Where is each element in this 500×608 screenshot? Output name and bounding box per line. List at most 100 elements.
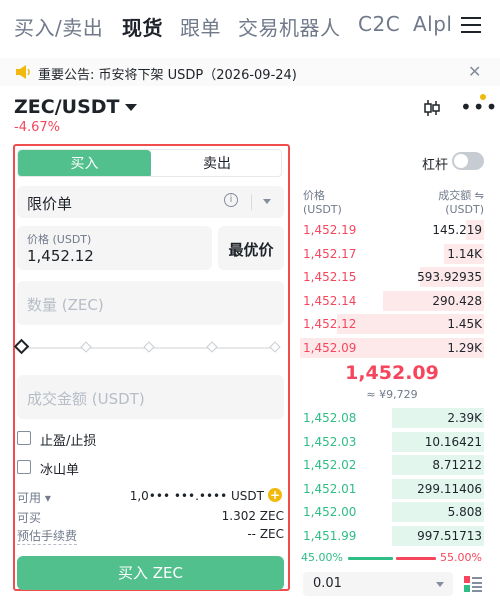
toggle-knob [454,154,468,168]
tab-c2c[interactable]: C2C [358,12,400,36]
quantity-placeholder: 数量 (ZEC) [27,296,104,314]
bid-row[interactable]: 1,452.01 299.11406 [300,478,484,500]
bid-row[interactable]: 1,452.00 5.808 [300,501,484,523]
tab-buy-sell[interactable]: 买入/卖出 [14,12,103,41]
sell-ratio-bar [396,557,436,560]
bid-price: 1,452.03 [303,434,357,449]
can-buy-label: 可买 [17,511,42,525]
total-placeholder: 成交金额 (USDT) [27,390,145,408]
price-label: 价格 (USDT) [27,233,92,246]
can-buy-value: 1.302 ZEC [221,509,284,523]
tab-trading-bots[interactable]: 交易机器人 [238,12,341,41]
ask-price: 1,452.17 [303,246,357,261]
leverage-label: 杠杆 [422,158,449,173]
tab-spot[interactable]: 现货 [122,12,163,41]
buy-ratio: 45.00% [301,551,343,564]
price-input[interactable]: 价格 (USDT) 1,452.12 [17,226,212,270]
info-icon[interactable]: i [224,193,238,207]
bid-row[interactable]: 1,451.99 997.51713 [300,525,484,547]
available-value: 1,0••• •••.•••• USDT [129,489,264,503]
buy-submit-button[interactable]: 买入 ZEC [17,556,284,590]
ask-amount: 145.219 [432,223,482,237]
available-label[interactable]: 可用 ▾ [17,489,51,506]
ask-price: 1,452.15 [303,270,357,285]
best-price-label: 最优价 [228,241,274,259]
last-price-cny: ≈ ¥9,729 [366,388,418,401]
bid-price: 1,452.08 [303,411,357,425]
depth-step-value: 0.01 [313,576,342,591]
tp-sl-checkbox[interactable] [17,431,31,445]
bid-price: 1,452.01 [303,481,357,496]
bid-price: 1,452.02 [303,458,357,473]
ask-row[interactable]: 1,452.15 593.92935 [300,266,484,288]
candlestick-chart-icon[interactable] [422,98,442,118]
sell-tab[interactable]: 卖出 [151,150,281,176]
chevron-down-icon [263,199,271,204]
add-funds-icon[interactable]: + [268,488,282,502]
ask-price: 1,452.12 [303,317,357,332]
ask-row[interactable]: 1,452.12 1.45K [300,313,484,335]
tab-copy-trading[interactable]: 跟单 [180,12,221,41]
price-value: 1,452.12 [27,247,94,265]
bid-amount: 10.16421 [424,434,482,449]
best-price-button[interactable]: 最优价 [218,226,284,270]
sell-ratio: 55.00% [440,551,482,564]
bid-amount: 2.39K [447,411,482,425]
ask-amount: 290.428 [432,293,482,308]
tab-alpha[interactable]: Alpl [413,12,453,36]
bid-price: 1,452.00 [303,505,357,520]
orderbook-layout-icon[interactable] [463,574,483,594]
iceberg-label: 冰山单 [40,463,80,478]
leverage-toggle[interactable] [452,152,484,170]
quantity-input[interactable]: 数量 (ZEC) [17,281,284,325]
notification-dot [480,94,486,100]
bid-row[interactable]: 1,452.08 2.39K [300,407,484,429]
top-nav: 买入/卖出 现货 跟单 交易机器人 C2C Alpl [0,0,500,52]
ob-amount-header[interactable]: 成交额 ⇋ [438,187,484,203]
bid-row[interactable]: 1,452.02 8.71212 [300,454,484,476]
more-icon[interactable]: ••• [460,97,498,117]
ob-price-unit: (USDT) [303,203,342,216]
chevron-down-icon [436,582,444,587]
ask-amount: 1.29K [447,341,482,355]
menu-icon[interactable] [461,17,481,34]
ask-amount: 1.45K [447,317,482,332]
chevron-down-icon [125,104,138,111]
divider [251,194,252,210]
bid-amount: 997.51713 [417,529,482,543]
ask-amount: 593.92935 [417,270,482,285]
ask-row[interactable]: 1,452.17 1.14K [300,243,484,265]
speaker-icon [16,65,30,79]
order-type-select[interactable]: 限价单 i [17,186,284,218]
announcement-text: 重要公告: 币安将下架 USDP（2026-09-24) [38,68,297,83]
ask-price: 1,452.14 [303,293,357,308]
iceberg-checkbox[interactable] [17,460,31,474]
ask-row[interactable]: 1,452.19 145.219 [300,219,484,241]
fee-value: -- ZEC [247,527,284,541]
bid-price: 1,451.99 [303,529,357,543]
ask-row[interactable]: 1,452.09 1.29K [300,337,484,359]
bid-amount: 8.71212 [432,458,482,473]
pair-symbol: ZEC/USDT [14,96,120,118]
depth-step-select[interactable]: 0.01 [303,572,453,596]
last-price[interactable]: 1,452.09 [300,362,484,384]
bid-row[interactable]: 1,452.03 10.16421 [300,431,484,453]
total-input[interactable]: 成交金额 (USDT) [17,375,284,419]
amount-slider[interactable] [13,338,281,355]
order-type-label: 限价单 [27,195,73,213]
ob-amount-unit: (USDT) [445,203,484,216]
buy-sell-toggle: 买入 卖出 [17,149,282,177]
buy-ratio-bar [348,557,393,560]
announcement-bar[interactable]: 重要公告: 币安将下架 USDP（2026-09-24) ✕ [0,58,500,86]
close-icon[interactable]: ✕ [468,62,481,81]
fee-label[interactable]: 预估手续费 [17,527,78,545]
ask-price: 1,452.09 [303,341,357,355]
ask-amount: 1.14K [447,246,482,261]
ob-price-header: 价格 [303,189,325,202]
bid-amount: 5.808 [447,505,482,520]
bid-amount: 299.11406 [417,481,482,496]
buy-tab[interactable]: 买入 [18,150,151,176]
ask-row[interactable]: 1,452.14 290.428 [300,290,484,312]
tp-sl-label: 止盈/止损 [40,434,97,449]
pair-selector[interactable]: ZEC/USDT [14,96,138,118]
